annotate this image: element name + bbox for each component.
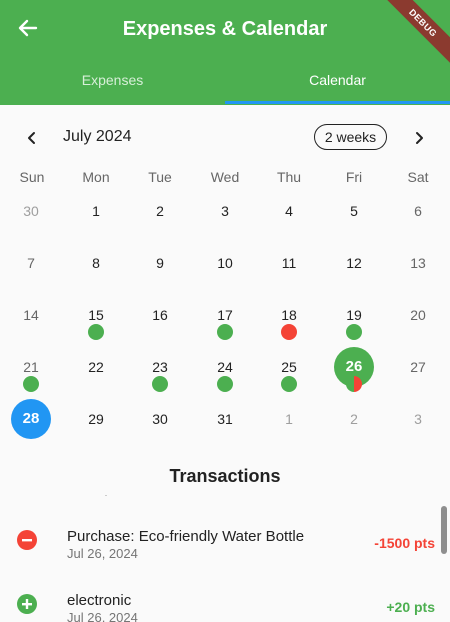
previous-month-button[interactable] bbox=[18, 124, 46, 152]
calendar-day[interactable]: 13 bbox=[398, 243, 438, 283]
calendar-format-button[interactable]: 2 weeks bbox=[314, 124, 387, 150]
calendar-day[interactable]: 3 bbox=[398, 399, 438, 439]
calendar-day[interactable]: 22 bbox=[76, 347, 116, 387]
chevron-right-icon bbox=[416, 132, 423, 144]
income-marker bbox=[217, 376, 233, 392]
weekday-label: Tue bbox=[148, 169, 172, 185]
weekday-label: Sat bbox=[407, 169, 429, 185]
calendar-day[interactable]: 6 bbox=[398, 191, 438, 231]
transaction-date: Jul 26, 2024 bbox=[67, 610, 138, 622]
page-title: Expenses & Calendar bbox=[122, 18, 328, 40]
divider bbox=[105, 495, 107, 496]
calendar-day[interactable]: 5 bbox=[334, 191, 374, 231]
weekday-label: Thu bbox=[276, 169, 302, 185]
calendar-day[interactable]: 2 bbox=[334, 399, 374, 439]
transaction-title: Purchase: Eco-friendly Water Bottle bbox=[67, 528, 305, 545]
income-marker bbox=[152, 376, 168, 392]
calendar-day[interactable]: 31 bbox=[205, 399, 245, 439]
calendar-day[interactable]: 16 bbox=[140, 295, 180, 335]
plus-circle-icon bbox=[17, 594, 37, 614]
income-marker bbox=[217, 324, 233, 340]
transaction-amount: +20 pts bbox=[386, 599, 435, 615]
calendar-day[interactable]: 27 bbox=[398, 347, 438, 387]
next-month-button[interactable] bbox=[405, 124, 433, 152]
income-marker bbox=[346, 324, 362, 340]
calendar-day[interactable]: 1 bbox=[76, 191, 116, 231]
minus-circle-icon bbox=[17, 530, 37, 550]
calendar-day[interactable]: 9 bbox=[140, 243, 180, 283]
transaction-item[interactable]: Purchase: Eco-friendly Water Bottle Jul … bbox=[0, 514, 450, 574]
chevron-left-icon bbox=[28, 132, 35, 144]
scrollbar[interactable] bbox=[441, 506, 447, 554]
calendar-day[interactable]: 2 bbox=[140, 191, 180, 231]
calendar-day[interactable]: 8 bbox=[76, 243, 116, 283]
tab-calendar[interactable]: Calendar bbox=[225, 72, 450, 88]
calendar-day[interactable]: 7 bbox=[11, 243, 51, 283]
calendar-day[interactable]: 10 bbox=[205, 243, 245, 283]
weekday-label: Wed bbox=[210, 169, 240, 185]
calendar-day[interactable]: 3 bbox=[205, 191, 245, 231]
transaction-title: electronic bbox=[67, 592, 132, 609]
transaction-item[interactable]: electronic Jul 26, 2024 +20 pts bbox=[0, 578, 450, 622]
plus-glyph bbox=[22, 599, 32, 609]
calendar-header: July 2024 2 weeks bbox=[0, 118, 450, 158]
calendar-day[interactable]: 14 bbox=[11, 295, 51, 335]
weekday-label: Mon bbox=[82, 169, 110, 185]
calendar-day[interactable]: 30 bbox=[11, 191, 51, 231]
transaction-amount: -1500 pts bbox=[374, 535, 435, 551]
income-marker bbox=[88, 324, 104, 340]
month-label: July 2024 bbox=[63, 128, 132, 145]
calendar-day[interactable]: 20 bbox=[398, 295, 438, 335]
transactions-title: Transactions bbox=[169, 466, 281, 486]
weekday-label: Sun bbox=[19, 169, 45, 185]
calendar-day[interactable]: 1 bbox=[269, 399, 309, 439]
calendar-day[interactable]: 29 bbox=[76, 399, 116, 439]
weekday-label: Fri bbox=[345, 169, 363, 185]
calendar-day[interactable]: 4 bbox=[269, 191, 309, 231]
minus-glyph bbox=[22, 539, 32, 542]
app-bar: Expenses & Calendar Expenses Calendar DE… bbox=[0, 0, 450, 105]
tab-indicator bbox=[225, 101, 450, 104]
calendar-day[interactable]: 30 bbox=[140, 399, 180, 439]
calendar-day-today[interactable]: 28 bbox=[11, 399, 51, 439]
calendar-day[interactable]: 12 bbox=[334, 243, 374, 283]
tab-expenses[interactable]: Expenses bbox=[0, 72, 225, 88]
transaction-date: Jul 26, 2024 bbox=[67, 546, 138, 561]
calendar-day[interactable]: 11 bbox=[269, 243, 309, 283]
expense-marker bbox=[281, 324, 297, 340]
income-marker bbox=[23, 376, 39, 392]
mixed-marker bbox=[346, 376, 362, 392]
income-marker bbox=[281, 376, 297, 392]
